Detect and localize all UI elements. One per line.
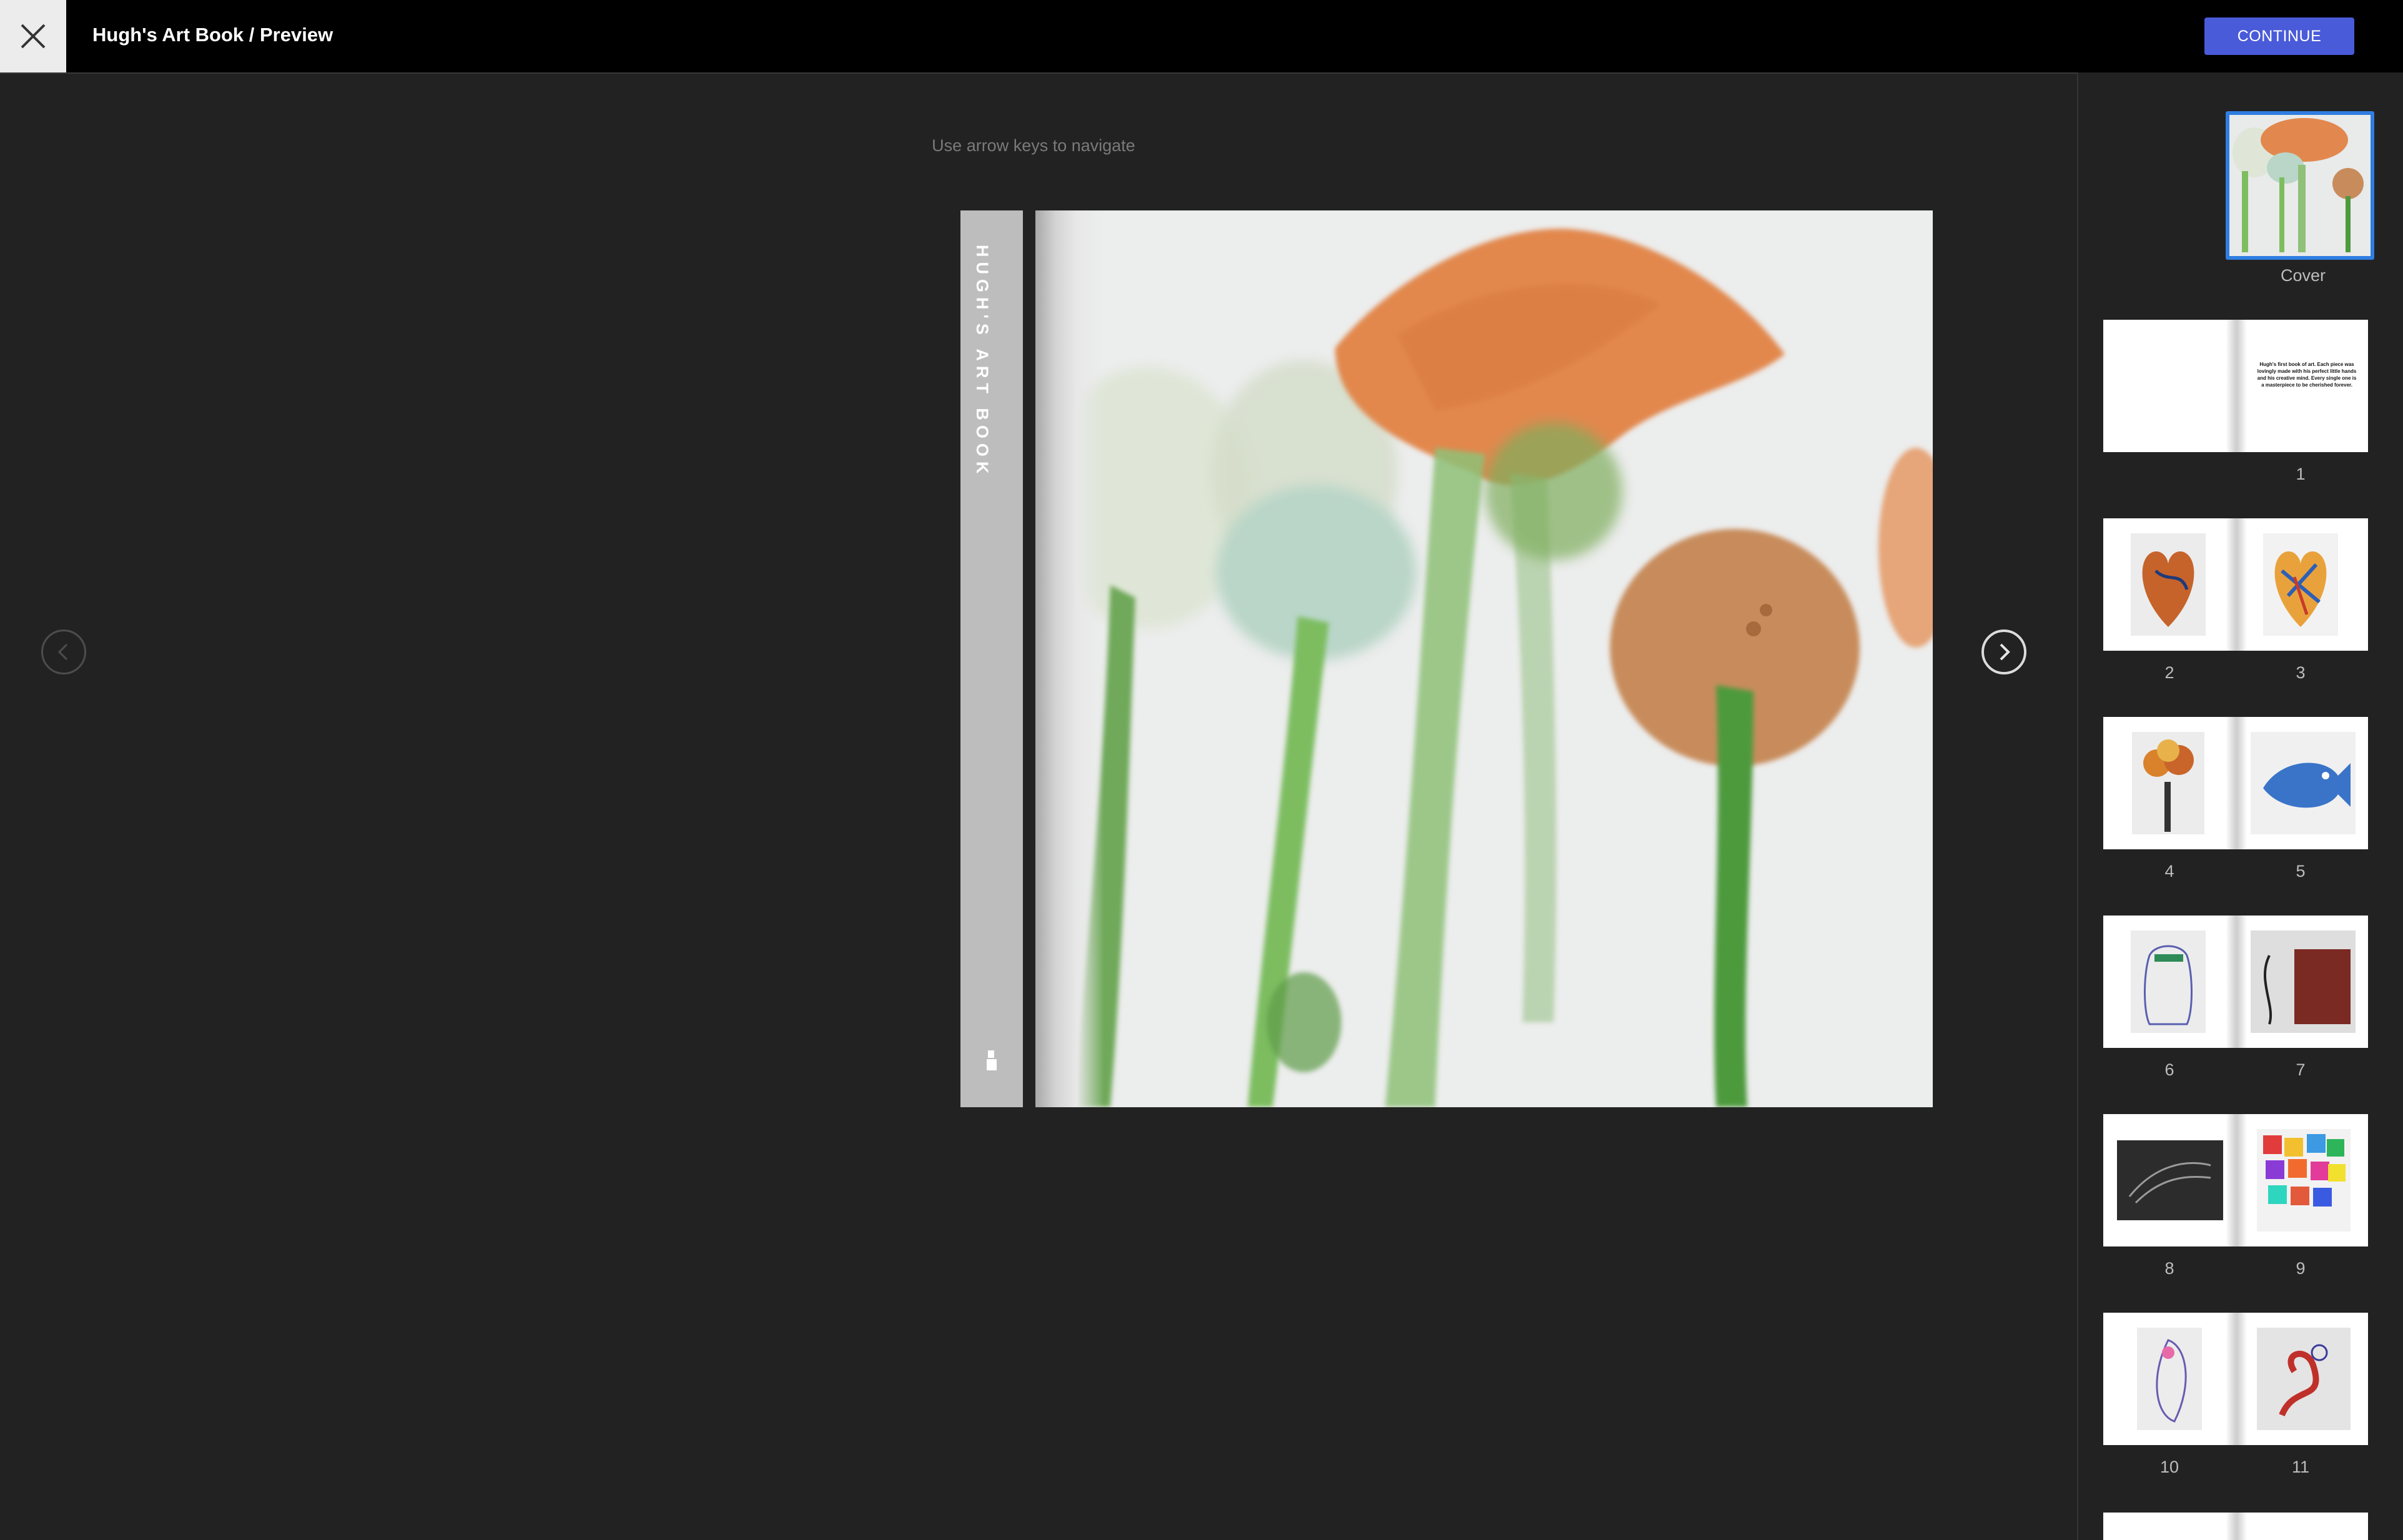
page-number-label: 1 [2296,465,2306,483]
spread-gutter [2226,717,2247,849]
thumbnail-spread-6-7[interactable] [2103,916,2368,1048]
thumbnail-spread-1[interactable]: Hugh's first book of art. Each piece was… [2103,320,2368,452]
chevron-right-icon [2000,643,2010,661]
page-number-label: 11 [2291,1458,2310,1476]
thumbnail-spread-4-5[interactable] [2103,717,2368,849]
page-number-label: 9 [2296,1259,2306,1278]
cover-artwork [1035,210,1933,1107]
book-spine: HUGH'S ART BOOK [960,210,1023,1107]
cover-thumbnail-image [2229,115,2371,256]
spread-gutter [2226,320,2247,452]
spread-gutter [2226,518,2247,651]
spread-gutter [2226,1114,2247,1246]
page-number-label: 7 [2296,1060,2306,1079]
page-title: Hugh's Art Book / Preview [92,24,333,46]
page-number-label: 2 [2164,663,2174,682]
thumbnail-spread-12-13[interactable] [2103,1513,2368,1540]
colorful-heart-drawing-image [2263,533,2338,636]
close-button[interactable] [0,0,66,72]
thumbnail-cover-label: Cover [2280,266,2326,285]
bear-drawing-image [2131,930,2206,1033]
chevron-left-icon [57,643,68,661]
scribble-drawing-image [2251,930,2356,1033]
red-scribble-drawing-image [2257,1328,2351,1430]
chalkboard-drawing-image [2117,1140,2223,1220]
blue-fish-drawing-image [2251,732,2356,834]
previous-page-button[interactable] [41,629,86,674]
next-page-button[interactable] [1981,629,2026,674]
intro-text: Hugh's first book of art. Each piece was… [2257,362,2357,388]
thumbnail-cover[interactable] [2226,111,2374,260]
publisher-logo-icon [987,1050,997,1070]
page-number-label: 5 [2296,862,2306,881]
continue-button[interactable]: CONTINUE [2204,17,2354,55]
thumbnail-spread-10-11[interactable] [2103,1313,2368,1445]
cover-fold-shadow [1035,210,1104,1107]
figure-drawing-image [2137,1328,2202,1430]
page-number-label: 3 [2296,663,2306,682]
page-number-label: 6 [2164,1060,2174,1079]
close-icon [21,24,46,49]
color-squares-collage-image [2257,1129,2351,1232]
page-number-label: 4 [2164,862,2174,881]
thumbnail-spread-2-3[interactable] [2103,518,2368,651]
spread-gutter [2226,1513,2247,1540]
watercolor-flowers-image [1042,229,1933,1107]
spread-gutter [2226,1313,2247,1445]
autumn-tree-drawing-image [2132,732,2204,834]
navigation-hint: Use arrow keys to navigate [932,136,1135,155]
page-number-label: 8 [2164,1259,2174,1278]
top-bar: Hugh's Art Book / Preview CONTINUE [0,0,2403,74]
page-number-label: 10 [2159,1458,2179,1476]
heart-drawing-image [2131,533,2206,636]
thumbnail-spread-8-9[interactable] [2103,1114,2368,1246]
spread-gutter [2226,916,2247,1048]
spine-title: HUGH'S ART BOOK [973,245,992,479]
